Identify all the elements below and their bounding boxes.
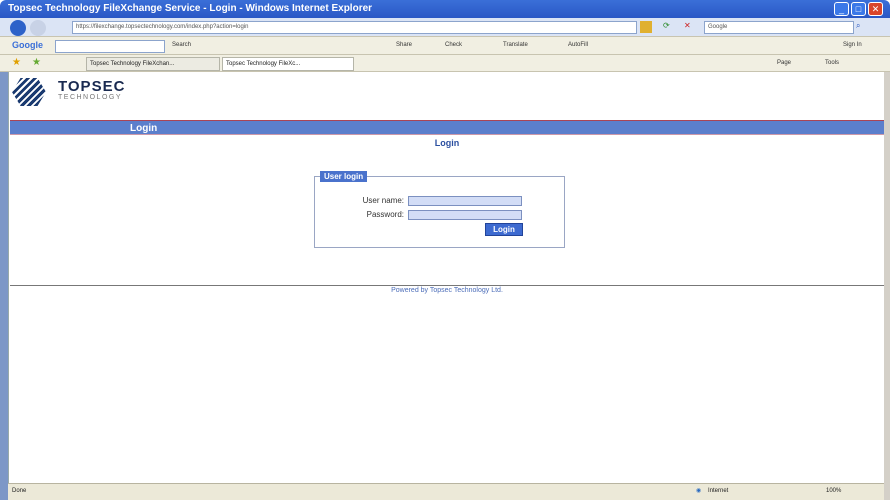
tools-menu[interactable]: Tools [825,60,839,66]
minimize-button[interactable]: _ [834,2,849,16]
share-button[interactable]: Share [396,42,412,48]
password-input[interactable] [408,210,522,220]
username-label: User name: [362,196,404,205]
scrollbar[interactable] [884,72,890,500]
stop-icon[interactable]: ✕ [684,21,691,30]
window-frame-left [0,72,8,500]
address-input[interactable]: https://filexchange.topsectechnology.com… [72,21,637,34]
search-input[interactable]: Google [704,21,854,34]
zoom-level[interactable]: 100% [826,488,841,494]
logo-subtext: TECHNOLOGY [58,94,123,101]
google-search-input[interactable] [55,40,165,53]
close-button[interactable]: ✕ [868,2,883,16]
google-logo: Google [12,40,43,50]
page-header-bar: Login [10,120,884,135]
search-icon[interactable]: ⌕ [856,21,860,31]
maximize-button[interactable]: □ [851,2,866,16]
page-menu[interactable]: Page [777,60,791,66]
check-button[interactable]: Check [445,42,462,48]
footer-text: Powered by Topsec Technology Ltd. [391,287,503,294]
internet-zone-icon: ◉ [696,488,702,494]
window-title: Topsec Technology FileXchange Service - … [8,3,373,14]
status-text: Done [12,488,27,494]
back-button[interactable] [10,20,26,36]
header-bar-title: Login [130,123,158,134]
sign-in-button[interactable]: Sign In [843,42,862,48]
login-legend: User login [320,171,368,182]
google-search-button[interactable]: Search [172,42,191,48]
password-label: Password: [366,210,404,219]
lock-icon [640,21,652,33]
status-bar: Done ◉ Internet 100% [8,483,884,500]
footer-divider [10,285,884,286]
add-favorite-icon[interactable]: ★ [32,57,41,68]
window-title-bar: Topsec Technology FileXchange Service - … [0,0,890,18]
favorites-star-icon[interactable]: ★ [12,57,21,68]
username-input[interactable] [408,196,522,206]
translate-button[interactable]: Translate [503,42,528,48]
refresh-icon[interactable]: ⟳ [663,21,670,30]
login-button[interactable]: Login [485,223,523,236]
tab-1[interactable]: Topsec Technology FileXchan... [86,57,220,71]
autofill-button[interactable]: AutoFill [568,42,588,48]
forward-button[interactable] [30,20,46,36]
page-heading: Login [434,138,460,148]
zone-text: Internet [708,488,729,494]
logo-top: TOPSEC [58,78,126,95]
tab-2-active[interactable]: Topsec Technology FileXc... [222,57,354,71]
logo-text: TOPSEC [58,78,125,95]
